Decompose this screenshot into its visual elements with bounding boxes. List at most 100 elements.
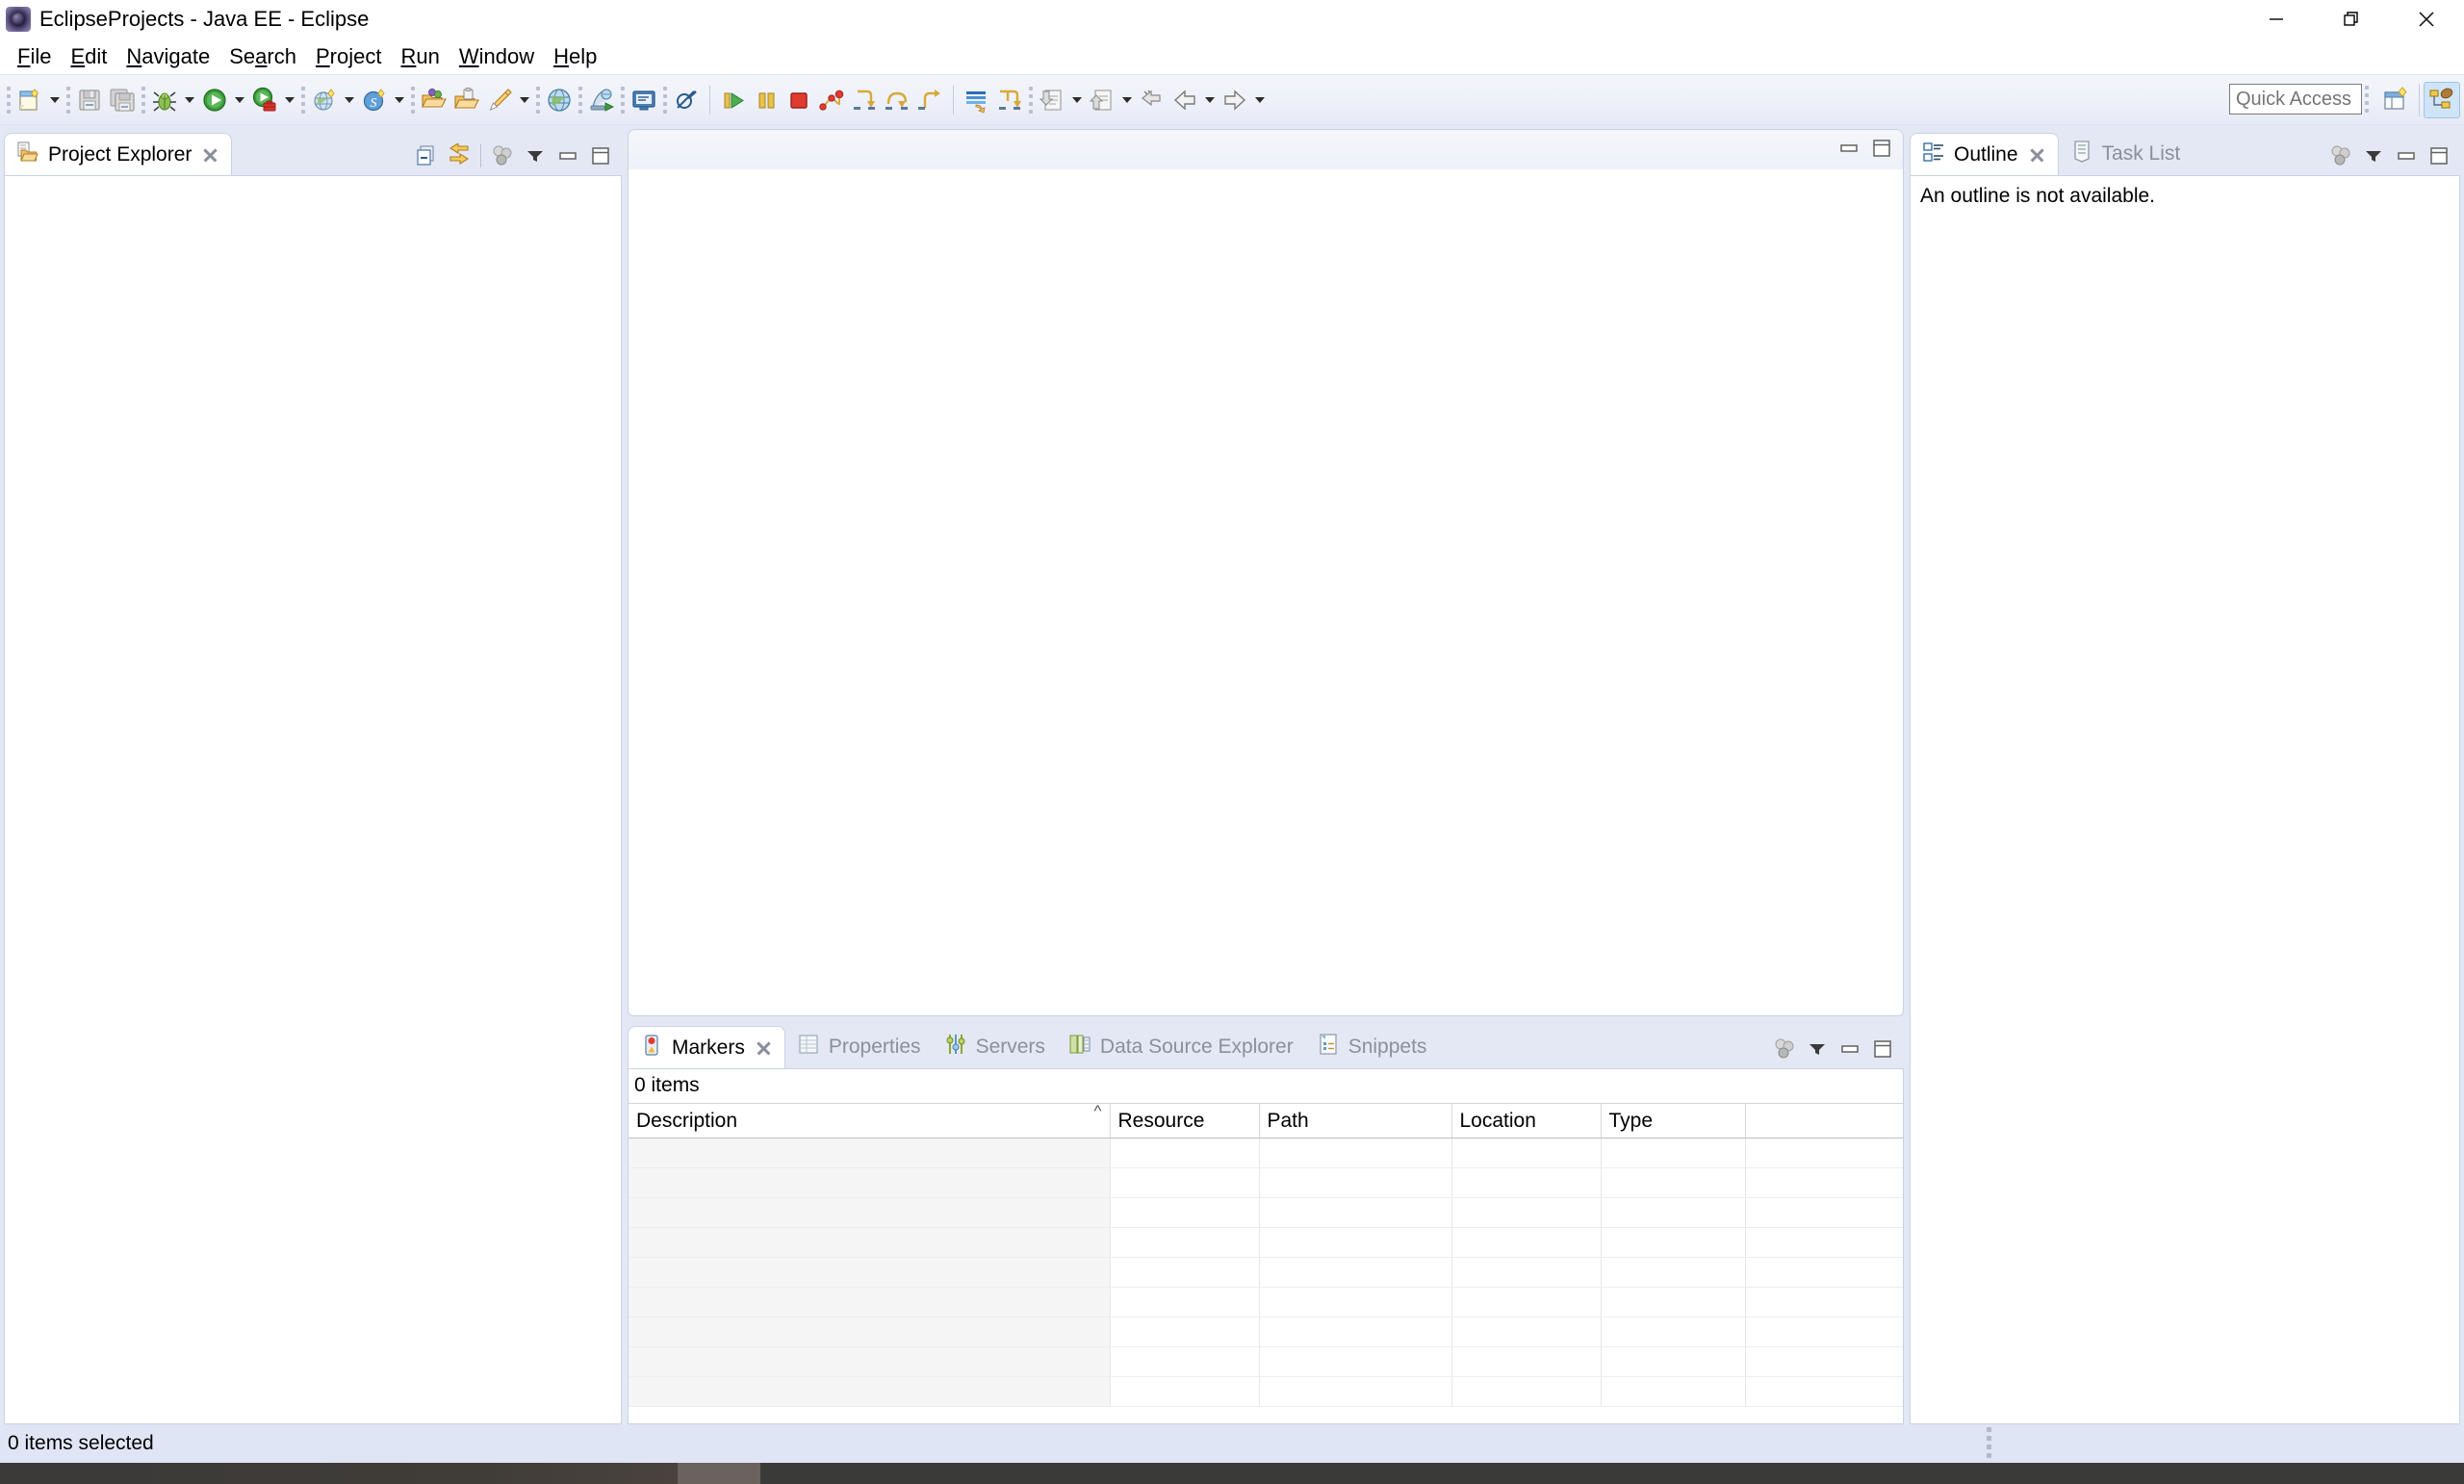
maximize-view-button[interactable] <box>585 141 616 171</box>
column-header-location[interactable]: Location <box>1451 1103 1602 1139</box>
new-server-dropdown-arrow[interactable] <box>341 82 358 118</box>
outline-view-body[interactable]: An outline is not available. <box>1910 175 2460 1424</box>
previous-annotation-dropdown-arrow[interactable] <box>1118 82 1136 118</box>
table-row[interactable] <box>629 1257 1903 1288</box>
toolbar-grip[interactable] <box>1026 84 1036 116</box>
previous-annotation-button[interactable] <box>1086 82 1118 118</box>
new-wizard-dropdown-arrow[interactable] <box>46 82 64 118</box>
view-menu-button[interactable] <box>1802 1034 1833 1064</box>
debug-button[interactable] <box>148 82 181 118</box>
open-console-button[interactable] <box>628 82 660 118</box>
quick-access-input[interactable] <box>2229 84 2362 115</box>
new-java-class-dropdown-arrow[interactable] <box>516 82 533 118</box>
filters-button[interactable] <box>1769 1034 1800 1064</box>
restore-button[interactable] <box>2314 0 2389 38</box>
toolbar-grip[interactable] <box>64 84 73 116</box>
new-server-button[interactable] <box>308 82 341 118</box>
next-annotation-button[interactable] <box>1036 82 1068 118</box>
view-menu-button[interactable] <box>2358 141 2389 171</box>
menu-project[interactable]: Project <box>306 42 391 71</box>
open-task-button[interactable] <box>450 82 483 118</box>
menu-help[interactable]: Help <box>544 42 606 71</box>
toolbar-grip[interactable] <box>618 84 628 116</box>
back-arrow-button[interactable] <box>1168 82 1201 118</box>
table-row[interactable] <box>629 1317 1903 1347</box>
new-java-class-button[interactable] <box>483 82 516 118</box>
step-filter-button[interactable] <box>993 82 1026 118</box>
forward-dropdown-arrow[interactable] <box>1251 82 1269 118</box>
menu-navigate[interactable]: Navigate <box>116 42 219 71</box>
column-header-description[interactable]: Description ^ <box>629 1102 1111 1139</box>
run-external-tools-button[interactable] <box>248 82 281 118</box>
open-perspective-button[interactable] <box>2378 82 2415 118</box>
save-button[interactable] <box>73 82 106 118</box>
minimize-view-button[interactable] <box>1835 1034 1865 1064</box>
menu-search[interactable]: Search <box>219 42 306 71</box>
step-return-button[interactable] <box>913 82 946 118</box>
minimize-editor-button[interactable] <box>1834 133 1864 164</box>
menu-file[interactable]: File <box>8 42 61 71</box>
open-type-button[interactable] <box>418 82 450 118</box>
close-icon[interactable] <box>2027 145 2046 165</box>
terminate-stop-button[interactable] <box>783 82 815 118</box>
tab-project-explorer[interactable]: Project Explorer <box>4 133 233 175</box>
perspective-java-ee-button[interactable] <box>2424 82 2460 118</box>
run-on-server-button[interactable] <box>585 82 618 118</box>
menu-run[interactable]: Run <box>391 42 449 71</box>
tab-snippets[interactable]: Snippets <box>1305 1026 1439 1068</box>
toolbar-grip[interactable] <box>298 84 308 116</box>
new-sql-dropdown-arrow[interactable] <box>391 82 408 118</box>
view-menu-button[interactable] <box>520 141 551 171</box>
web-browser-button[interactable] <box>543 82 576 118</box>
column-header-type[interactable]: Type <box>1601 1103 1746 1139</box>
debug-dropdown-arrow[interactable] <box>181 82 198 118</box>
table-row[interactable] <box>629 1138 1903 1168</box>
table-row[interactable] <box>629 1167 1903 1198</box>
close-icon[interactable] <box>754 1038 773 1058</box>
minimize-view-button[interactable] <box>552 141 583 171</box>
tab-data-source-explorer[interactable]: Data Source Explorer <box>1057 1026 1305 1068</box>
link-with-editor-button[interactable] <box>444 141 475 171</box>
mark-occurrences-button[interactable] <box>961 82 993 118</box>
step-over-button[interactable] <box>881 82 913 118</box>
toolbar-grip[interactable] <box>408 84 418 116</box>
taskbar-active-segment[interactable] <box>678 1463 760 1484</box>
table-row[interactable] <box>629 1227 1903 1258</box>
tab-task-list[interactable]: Task List <box>2059 133 2193 175</box>
step-into-button[interactable] <box>848 82 881 118</box>
table-row[interactable] <box>629 1346 1903 1377</box>
new-sql-button[interactable]: S <box>358 82 391 118</box>
last-edit-location-button[interactable] <box>1136 82 1168 118</box>
resume-button[interactable] <box>717 82 750 118</box>
disconnect-button[interactable] <box>815 82 848 118</box>
status-bar-resize-grip[interactable] <box>1987 1427 1991 1458</box>
menu-edit[interactable]: Edit <box>61 42 116 71</box>
run-dropdown-arrow[interactable] <box>231 82 248 118</box>
tab-markers[interactable]: Markers <box>628 1026 785 1068</box>
close-button[interactable] <box>2389 0 2464 38</box>
save-all-button[interactable] <box>106 82 139 118</box>
forward-arrow-button[interactable] <box>1219 82 1251 118</box>
minimize-button[interactable] <box>2239 0 2314 38</box>
next-annotation-dropdown-arrow[interactable] <box>1068 82 1086 118</box>
menu-window[interactable]: Window <box>449 42 544 71</box>
run-button[interactable] <box>198 82 231 118</box>
skip-breakpoints-button[interactable] <box>670 82 703 118</box>
tab-properties[interactable]: Properties <box>785 1026 933 1068</box>
table-row[interactable] <box>629 1197 1903 1228</box>
table-row[interactable] <box>629 1376 1903 1407</box>
editor-canvas[interactable] <box>628 169 1904 1016</box>
collapse-all-button[interactable] <box>411 141 442 171</box>
minimize-view-button[interactable] <box>2391 141 2422 171</box>
close-icon[interactable] <box>200 145 219 165</box>
table-row[interactable] <box>629 1287 1903 1318</box>
column-header-resource[interactable]: Resource <box>1110 1103 1260 1139</box>
tab-servers[interactable]: Servers <box>933 1026 1057 1068</box>
column-header-path[interactable]: Path <box>1259 1103 1452 1139</box>
focus-task-button[interactable] <box>2325 141 2356 171</box>
new-wizard-button[interactable] <box>13 82 46 118</box>
toolbar-grip[interactable] <box>139 84 148 116</box>
tab-outline[interactable]: Outline <box>1910 133 2059 175</box>
markers-table[interactable]: Description ^ Resource Path Location Typ… <box>629 1102 1903 1407</box>
toolbar-grip[interactable] <box>4 84 13 116</box>
